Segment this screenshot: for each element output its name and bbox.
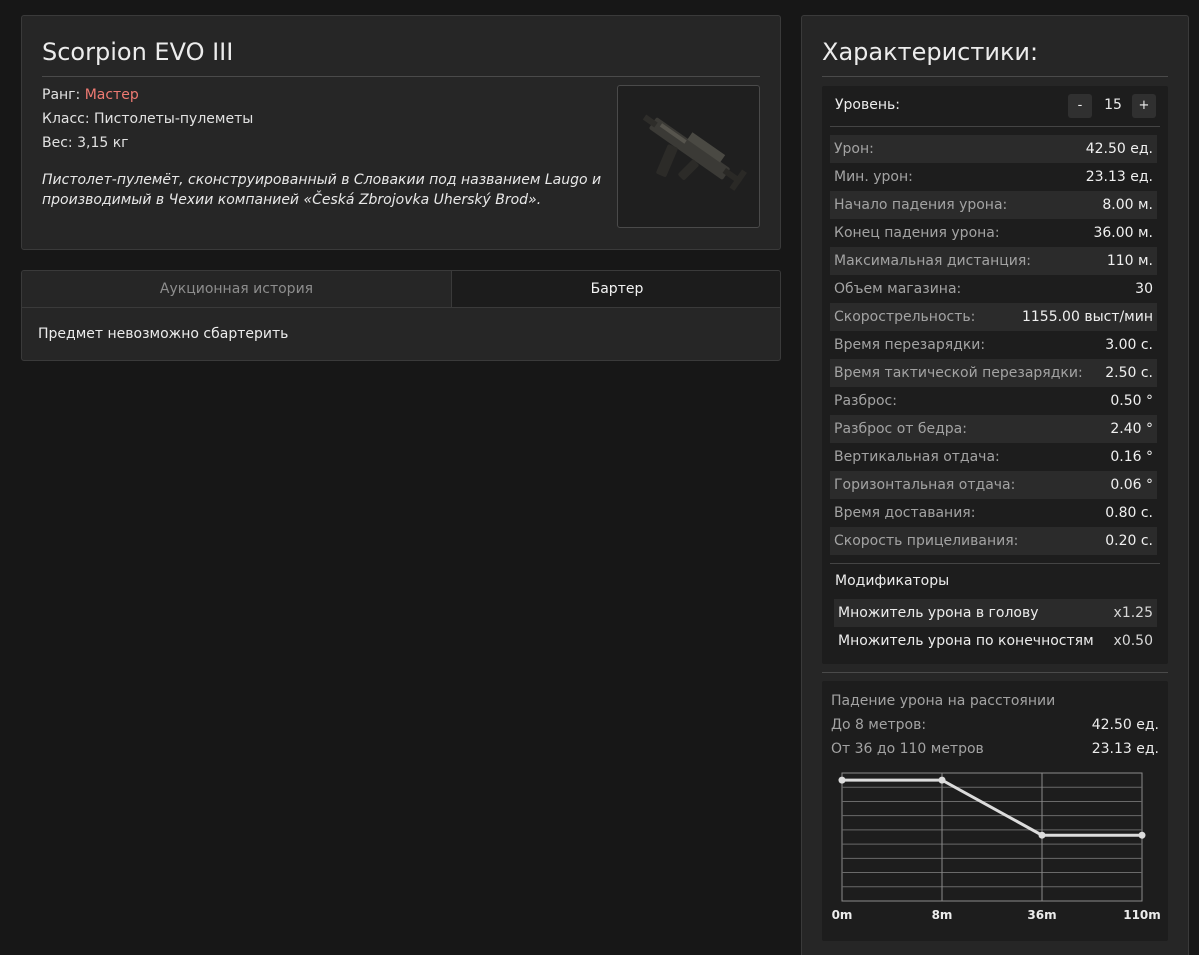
divider [830,563,1160,564]
modifier-label: Множитель урона по конечностям [838,633,1094,649]
stat-label: Урон: [834,141,874,157]
stat-label: Время перезарядки: [834,337,986,353]
stat-value: 0.16 ° [1110,449,1153,465]
data-point [938,776,946,784]
stat-label: Время доставания: [834,505,976,521]
level-value: 15 [1104,97,1122,113]
stat-value: 0.80 с. [1105,505,1153,521]
rank-value: Мастер [84,87,139,103]
damage-series-line [842,778,1142,837]
stat-value: 36.00 м. [1093,225,1153,241]
falloff-value: 23.13 ед. [1091,741,1159,757]
stat-label: Разброс от бедра: [834,421,967,437]
data-point [1038,831,1046,839]
falloff-label: До 8 метров: [831,717,927,733]
stat-row: Начало падения урона: 8.00 м. [830,191,1157,219]
weight-row: Вес: 3,15 кг [42,135,129,151]
stat-row: Мин. урон: 23.13 ед. [830,163,1157,191]
modifier-label: Множитель урона в голову [838,605,1039,621]
stat-row: Объем магазина: 30 [830,275,1157,303]
stat-row: Скорость прицеливания: 0.20 с. [830,527,1157,555]
stat-value: 8.00 м. [1102,197,1153,213]
modifiers-list: Множитель урона в голову x1.25 Множитель … [834,599,1157,655]
level-decrease-button[interactable]: - [1068,94,1092,118]
stat-row: Время перезарядки: 3.00 с. [830,331,1157,359]
stat-value: 2.50 с. [1105,365,1153,381]
x-tick-label: 0m [832,908,853,922]
stat-row: Максимальная дистанция: 110 м. [830,247,1157,275]
falloff-row: От 36 до 110 метров 23.13 ед. [831,741,1159,757]
stat-row: Горизонтальная отдача: 0.06 ° [830,471,1157,499]
modifier-row: Множитель урона в голову x1.25 [834,599,1157,627]
stat-value: 23.13 ед. [1085,169,1153,185]
weapon-image [617,85,760,228]
divider [822,76,1168,77]
stat-value: 0.20 с. [1105,533,1153,549]
stat-label: Мин. урон: [834,169,913,185]
x-tick-label: 110m [1123,908,1161,922]
stat-label: Объем магазина: [834,281,962,297]
stat-value: 3.00 с. [1105,337,1153,353]
damage-falloff-chart: 0m 8m 36m 110m [832,772,1161,922]
item-title: Scorpion EVO III [42,38,234,66]
x-tick-label: 8m [932,908,953,922]
stats-box: Уровень: - 15 + Урон: 42.50 ед. Мин. урон… [822,86,1168,664]
stat-value: 1155.00 выст/мин [1021,309,1153,325]
stat-row: Конец падения урона: 36.00 м. [830,219,1157,247]
modifier-row: Множитель урона по конечностям x0.50 [834,627,1157,655]
level-label: Уровень: [835,97,900,113]
data-point [838,776,846,784]
tab-auction-history[interactable]: Аукционная история [22,271,452,308]
stat-row: Разброс от бедра: 2.40 ° [830,415,1157,443]
stat-row: Разброс: 0.50 ° [830,387,1157,415]
falloff-row: До 8 метров: 42.50 ед. [831,717,1159,733]
stat-label: Начало падения урона: [834,197,1008,213]
stat-value: 110 м. [1106,253,1153,269]
stat-row: Скорострельность: 1155.00 выст/мин [830,303,1157,331]
stat-value: 30 [1135,281,1153,297]
divider [42,76,760,77]
stat-label: Время тактической перезарядки: [834,365,1083,381]
stat-value: 0.06 ° [1110,477,1153,493]
stat-label: Максимальная дистанция: [834,253,1031,269]
falloff-label: От 36 до 110 метров [831,741,984,757]
stat-value: 2.40 ° [1110,421,1153,437]
stat-label: Скорость прицеливания: [834,533,1019,549]
tabs-card: Аукционная история Бартер Предмет невозм… [21,270,781,361]
tab-barter[interactable]: Бартер [452,271,780,308]
stat-row: Вертикальная отдача: 0.16 ° [830,443,1157,471]
stat-row: Урон: 42.50 ед. [830,135,1157,163]
stat-label: Горизонтальная отдача: [834,477,1016,493]
item-description: Пистолет-пулемёт, сконструированный в Сл… [42,172,602,208]
stats-card: Характеристики: Уровень: - 15 + Урон: 42.… [801,15,1189,955]
rank-row: Ранг: Мастер [42,87,139,103]
falloff-value: 42.50 ед. [1091,717,1159,733]
stat-row: Время доставания: 0.80 с. [830,499,1157,527]
item-card: Scorpion EVO III Ранг: Мастер Класс: Пис… [21,15,781,250]
class-row: Класс: Пистолеты-пулеметы [42,111,254,127]
stat-label: Вертикальная отдача: [834,449,1000,465]
barter-message: Предмет невозможно сбартерить [38,326,289,342]
smg-weapon-image [642,114,747,191]
stat-value: 0.50 ° [1110,393,1153,409]
data-point [1138,831,1146,839]
stats-list: Урон: 42.50 ед. Мин. урон: 23.13 ед. Начал… [830,135,1157,555]
stat-value: 42.50 ед. [1085,141,1153,157]
level-increase-button[interactable]: + [1132,94,1156,118]
falloff-title: Падение урона на расстоянии [831,693,1056,709]
stat-label: Разброс: [834,393,897,409]
modifiers-title: Модификаторы [835,573,950,589]
stat-row: Время тактической перезарядки: 2.50 с. [830,359,1157,387]
divider [830,126,1160,127]
divider [822,672,1168,673]
modifier-value: x1.25 [1113,605,1153,621]
damage-falloff-box: Падение урона на расстоянии До 8 метров:… [822,681,1168,941]
modifier-value: x0.50 [1113,633,1153,649]
stat-label: Конец падения урона: [834,225,1000,241]
x-tick-label: 36m [1027,908,1056,922]
rank-label: Ранг: [42,87,85,103]
chart-frame [841,772,1143,902]
stat-label: Скорострельность: [834,309,976,325]
stats-title: Характеристики: [822,38,1039,66]
